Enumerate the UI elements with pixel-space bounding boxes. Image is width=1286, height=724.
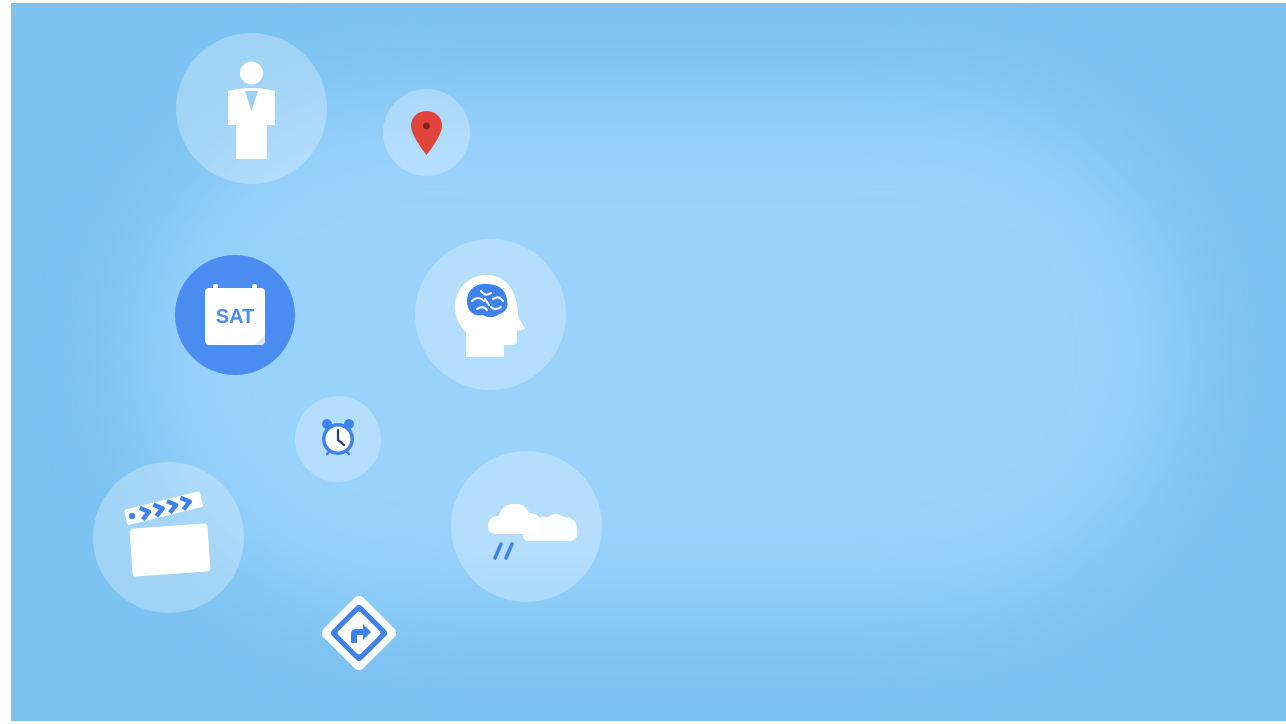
map-pin-bubble: [383, 89, 470, 176]
clapperboard-icon: [124, 491, 211, 577]
background-canvas: SAT: [11, 3, 1286, 721]
weather-bubble: [451, 451, 602, 602]
brain-bubble: [415, 239, 566, 390]
person-icon: [228, 61, 275, 159]
calendar-bubble: SAT: [175, 255, 295, 375]
clapperboard-bubble: [93, 462, 244, 613]
alarm-clock-bubble: [295, 396, 381, 482]
alarm-clock-icon: [322, 419, 354, 456]
person-bubble: [176, 33, 327, 184]
map-pin-icon: [411, 111, 442, 155]
calendar-label: SAT: [215, 306, 255, 328]
directions-icon: [321, 595, 397, 671]
weather-icon: [487, 503, 578, 560]
brain-icon: [455, 275, 525, 357]
